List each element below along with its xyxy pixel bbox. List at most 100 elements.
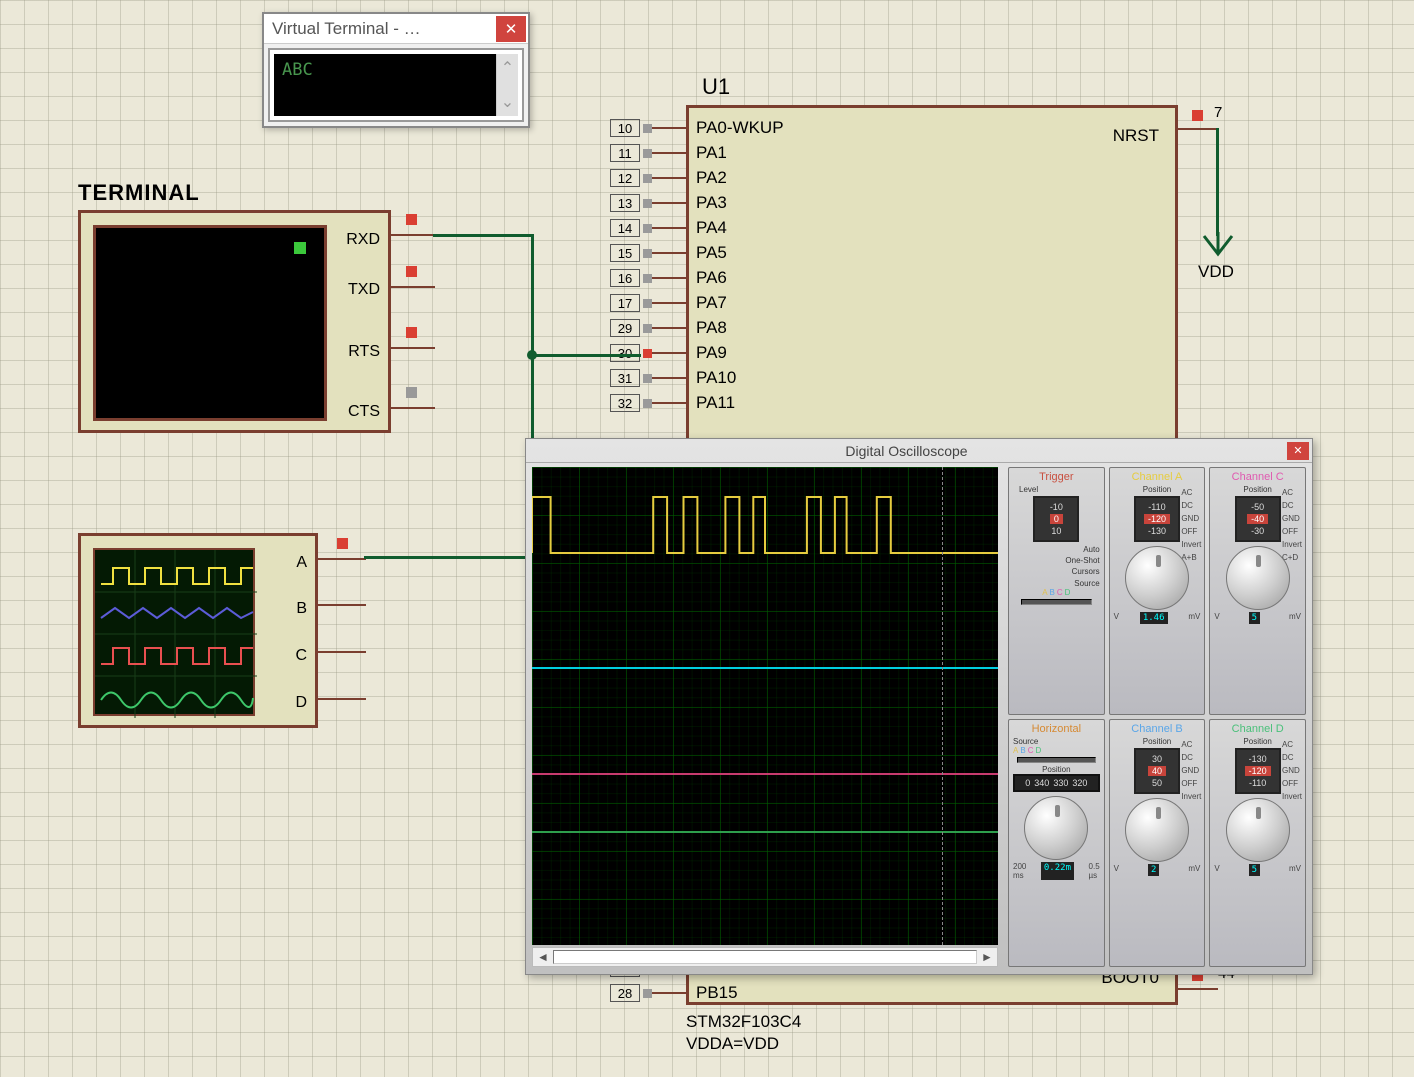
wire-seg-3: [531, 354, 641, 357]
scroll-up-icon[interactable]: ⌃: [501, 58, 514, 78]
terminal-rts-dot: [406, 327, 417, 338]
oscilloscope-controls: Trigger Level -10 0 10 Auto One-Shot Cur…: [1008, 467, 1306, 967]
trigger-level-display[interactable]: -10 0 10: [1033, 496, 1079, 542]
mcu-pin-num: 15: [610, 244, 640, 262]
vdd-arrow-icon: [1200, 232, 1236, 260]
mcu-pin-tick: [652, 277, 688, 279]
virtual-terminal-scrollbar[interactable]: ⌃ ⌄: [496, 54, 518, 116]
mcu-pin-num: 28: [610, 984, 640, 1002]
oscilloscope-display[interactable]: [532, 467, 998, 945]
mcu-pin-tick: [652, 227, 688, 229]
mcu-pin-label: PA10: [696, 368, 736, 388]
terminal-pin-cts-tick: [391, 407, 435, 409]
mcu-pin-dot: [643, 374, 652, 383]
mcu-pin-num: 30: [610, 344, 640, 362]
mcu-nrst-dot: [1192, 110, 1203, 121]
chb-position[interactable]: 304050: [1134, 748, 1180, 794]
terminal-pin-rxd-tick: [391, 234, 435, 236]
oscil-pin-c-label: C: [295, 647, 307, 665]
oscilloscope-close-button[interactable]: ✕: [1287, 442, 1309, 460]
chb-mode-labels: ACDC GNDOFF Invert: [1181, 740, 1201, 801]
trigger-source[interactable]: A B C D: [1013, 588, 1100, 597]
scroll-right-icon[interactable]: ►: [977, 950, 997, 964]
panel-cha-title: Channel A: [1114, 471, 1201, 483]
mcu-pin-tick: [652, 352, 688, 354]
horiz-position[interactable]: 0340330320: [1013, 774, 1100, 792]
mcu-pin-pa8: 29PA8: [610, 316, 727, 340]
scroll-left-icon[interactable]: ◄: [533, 950, 553, 964]
oscilloscope-titlebar[interactable]: Digital Oscilloscope ✕: [526, 439, 1312, 463]
mcu-pin-label: PA4: [696, 218, 727, 238]
mcu-pin-dot: [643, 249, 652, 258]
scroll-down-icon[interactable]: ⌄: [501, 92, 514, 112]
terminal-screen: [93, 225, 327, 421]
mcu-pin-dot: [643, 299, 652, 308]
trigger-source-slider[interactable]: [1021, 599, 1092, 605]
wire-node-1: [527, 350, 537, 360]
mcu-pin-pa5: 15PA5: [610, 241, 727, 265]
virtual-terminal-titlebar[interactable]: Virtual Terminal - … ✕: [264, 14, 528, 44]
oscilloscope-h-scrollbar[interactable]: ◄ ►: [532, 947, 998, 967]
oscil-pin-b-label: B: [296, 600, 307, 618]
chd-position[interactable]: -130-120-110: [1235, 748, 1281, 794]
mcu-pin-pa3: 13PA3: [610, 191, 727, 215]
mcu-pin-tick: [652, 252, 688, 254]
panel-channel-b[interactable]: Channel B Position ACDC GNDOFF Invert 30…: [1109, 719, 1206, 967]
mcu-vdda: VDDA=VDD: [686, 1034, 779, 1054]
virtual-terminal-close-button[interactable]: ✕: [496, 16, 526, 42]
mcu-pin-num: 10: [610, 119, 640, 137]
mcu-pin-pa11: 32 PA11: [610, 391, 735, 415]
oscilloscope-window[interactable]: Digital Oscilloscope ✕ ◄ ► Trigger Level…: [525, 438, 1313, 975]
mcu-pin-tick: [652, 377, 688, 379]
mcu-pin-num: 32: [610, 394, 640, 412]
wire-seg-1: [433, 234, 533, 237]
panel-channel-a[interactable]: Channel A Position ACDC GNDOFF InvertA+B…: [1109, 467, 1206, 715]
mcu-pin-label: PA7: [696, 293, 727, 313]
oscilloscope-icon-screen: [93, 548, 255, 716]
panel-chc-title: Channel C: [1214, 471, 1301, 483]
panel-channel-c[interactable]: Channel C Position ACDC GNDOFF InvertC+D…: [1209, 467, 1306, 715]
mcu-pin-label: PA8: [696, 318, 727, 338]
mcu-pin-pa6: 16PA6: [610, 266, 727, 290]
cha-knob[interactable]: [1125, 546, 1189, 610]
wire-seg-4: [364, 556, 534, 559]
mcu-pin-pa4: 14PA4: [610, 216, 727, 240]
mcu-pin-label: PA11: [696, 393, 735, 413]
mcu-nrst-tick: [1178, 128, 1218, 130]
horiz-knob[interactable]: [1024, 796, 1088, 860]
mcu-pin-tick: [652, 992, 688, 994]
scroll-track[interactable]: [553, 950, 977, 964]
virtual-terminal-window[interactable]: Virtual Terminal - … ✕ ABC ⌃ ⌄: [262, 12, 530, 128]
virtual-terminal-screen: ABC: [274, 54, 496, 116]
mcu-boot0-tick: [1178, 988, 1218, 990]
mcu-pin-tick: [652, 202, 688, 204]
mcu-pin-label: PA3: [696, 193, 727, 213]
panel-channel-d[interactable]: Channel D Position ACDC GNDOFF Invert -1…: [1209, 719, 1306, 967]
mcu-pin-label: PA9: [696, 343, 727, 363]
horiz-source-slider[interactable]: [1017, 757, 1096, 763]
chc-position[interactable]: -50-40-30: [1235, 496, 1281, 542]
oscil-pin-a-label: A: [296, 554, 307, 572]
mcu-pin-nrst-label: NRST: [1113, 126, 1159, 146]
mcu-pin-tick: [652, 402, 688, 404]
terminal-component: RXD TXD RTS CTS: [78, 210, 391, 433]
panel-trigger[interactable]: Trigger Level -10 0 10 Auto One-Shot Cur…: [1008, 467, 1105, 715]
panel-horizontal[interactable]: Horizontal Source A B C D Position 03403…: [1008, 719, 1105, 967]
terminal-txd-dot: [406, 266, 417, 277]
oscil-pin-b-tick: [318, 604, 366, 606]
mcu-pin-num: 11: [610, 144, 640, 162]
chc-knob[interactable]: [1226, 546, 1290, 610]
chb-knob[interactable]: [1125, 798, 1189, 862]
mcu-pin-label: PA6: [696, 268, 727, 288]
trace-channel-b: [532, 667, 998, 669]
cha-position[interactable]: -110-120-130: [1134, 496, 1180, 542]
trace-channel-a: [532, 467, 998, 945]
chd-knob[interactable]: [1226, 798, 1290, 862]
mcu-refdes: U1: [702, 74, 730, 100]
horiz-source[interactable]: A B C D: [1013, 746, 1100, 755]
vdd-label: VDD: [1198, 262, 1234, 282]
mcu-pin-dot: [643, 224, 652, 233]
panel-trigger-title: Trigger: [1013, 471, 1100, 483]
terminal-component-label: TERMINAL: [78, 180, 200, 206]
trace-channel-c: [532, 773, 998, 775]
